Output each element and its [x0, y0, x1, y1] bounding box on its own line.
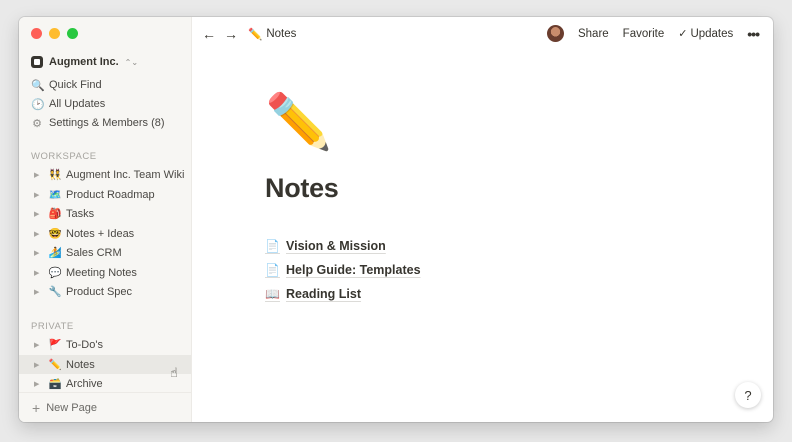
more-options-icon[interactable]: ••• — [747, 26, 760, 42]
menu-item-label: All Updates — [49, 98, 106, 110]
sidebar-item-team-wiki[interactable]: ▶ 👯 Augment Inc. Team Wiki — [19, 165, 191, 184]
sidebar-item-notes-ideas[interactable]: ▶ 🤓 Notes + Ideas — [19, 224, 191, 243]
sidebar-item-tasks[interactable]: ▶ 🎒 Tasks — [19, 204, 191, 223]
page-emoji-icon: 🚩 — [48, 339, 62, 351]
expand-triangle-icon[interactable]: ▶ — [34, 269, 42, 277]
gear-icon: ⚙ — [32, 117, 42, 130]
favorite-button[interactable]: Favorite — [623, 28, 665, 40]
expand-triangle-icon[interactable]: ▶ — [34, 288, 42, 296]
expand-triangle-icon[interactable]: ▶ — [34, 210, 42, 218]
clock-icon: 🕑 — [31, 98, 45, 111]
zoom-window-button[interactable] — [67, 28, 78, 39]
quick-find-button[interactable]: 🔍 Quick Find — [31, 76, 102, 94]
sidebar-item-label: Archive — [66, 377, 103, 390]
page-emoji-icon: 🏄 — [48, 247, 62, 259]
share-button[interactable]: Share — [578, 28, 609, 40]
help-button[interactable]: ? — [735, 382, 761, 408]
workspace-name: Augment Inc. — [49, 56, 119, 68]
expand-triangle-icon[interactable]: ▶ — [34, 249, 42, 257]
expand-triangle-icon[interactable]: ▶ — [34, 230, 42, 238]
topbar-actions: Share Favorite ✓ Updates ••• — [546, 25, 773, 42]
open-book-icon: 📖 — [265, 287, 280, 301]
page-emoji-icon: 🤓 — [48, 228, 62, 240]
sidebar-item-label: Notes + Ideas — [66, 227, 135, 240]
app-window: Augment Inc. ⌃⌄ 🔍 Quick Find 🕑 All Updat… — [19, 17, 773, 422]
sidebar-item-label: Tasks — [66, 207, 95, 220]
private-section-label: PRIVATE — [31, 321, 74, 332]
search-icon: 🔍 — [31, 79, 45, 92]
workspace-switcher[interactable]: Augment Inc. ⌃⌄ — [31, 54, 138, 70]
sidebar-item-label: Product Spec — [66, 285, 133, 298]
settings-members-button[interactable]: ⚙ Settings & Members (8) — [31, 114, 165, 132]
sidebar-item-archive[interactable]: ▶ 🗃️ Archive — [19, 374, 191, 393]
expand-triangle-icon[interactable]: ▶ — [34, 341, 42, 349]
sidebar-item-label: Notes — [66, 358, 95, 371]
subpage-label: Reading List — [286, 287, 362, 301]
subpage-label: Help Guide: Templates — [286, 263, 421, 277]
workspace-section-label: WORKSPACE — [31, 151, 97, 162]
plus-icon: + — [32, 399, 41, 416]
sidebar-item-sales-crm[interactable]: ▶ 🏄 Sales CRM — [19, 243, 191, 262]
sidebar-item-label: Meeting Notes — [66, 266, 137, 279]
sidebar-item-to-dos[interactable]: ▶ 🚩 To-Do's — [19, 335, 191, 354]
updates-button[interactable]: ✓ Updates — [678, 27, 733, 40]
expand-triangle-icon[interactable]: ▶ — [34, 171, 42, 179]
expand-triangle-icon[interactable]: ▶ — [34, 361, 42, 369]
chevron-updown-icon: ⌃⌄ — [124, 57, 139, 67]
page-content: ✏️ Notes 📄 Vision & Mission 📄 Help Guide… — [265, 91, 421, 306]
subpage-list: 📄 Vision & Mission 📄 Help Guide: Templat… — [265, 234, 421, 306]
subpage-link-vision-mission[interactable]: 📄 Vision & Mission — [265, 234, 421, 258]
document-icon: 📄 — [265, 263, 280, 277]
minimize-window-button[interactable] — [49, 28, 60, 39]
avatar[interactable] — [546, 25, 564, 42]
hand-pointer-cursor-icon: ☝ — [170, 365, 178, 380]
breadcrumb-label: Notes — [266, 27, 297, 40]
topbar: ← → ✏️ Notes Share Favorite ✓ Updates ••• — [192, 17, 773, 50]
page-emoji-icon: 👯 — [48, 169, 62, 181]
page-icon[interactable]: ✏️ — [265, 91, 421, 153]
breadcrumb[interactable]: ✏️ Notes — [248, 27, 296, 41]
expand-triangle-icon[interactable]: ▶ — [34, 380, 42, 388]
checkmark-icon: ✓ — [678, 28, 688, 40]
sidebar-item-label: Augment Inc. Team Wiki — [66, 168, 185, 181]
subpage-link-reading-list[interactable]: 📖 Reading List — [265, 282, 421, 306]
page-emoji-icon: 🔧 — [48, 286, 62, 298]
document-icon: 📄 — [265, 239, 280, 253]
back-arrow-icon[interactable]: ← — [202, 26, 216, 42]
window-controls — [31, 28, 78, 39]
sidebar-item-product-spec[interactable]: ▶ 🔧 Product Spec — [19, 282, 191, 301]
close-window-button[interactable] — [31, 28, 42, 39]
expand-triangle-icon[interactable]: ▶ — [34, 191, 42, 199]
sidebar-item-meeting-notes[interactable]: ▶ 💬 Meeting Notes — [19, 263, 191, 282]
pencil-icon: ✏️ — [248, 28, 263, 41]
sidebar-item-label: To-Do's — [66, 338, 103, 351]
page-emoji-icon: 🎒 — [48, 208, 62, 220]
subpage-label: Vision & Mission — [286, 239, 386, 253]
workspace-logo-icon — [31, 56, 43, 68]
new-page-button[interactable]: + New Page — [19, 392, 191, 422]
menu-item-label: Quick Find — [49, 79, 102, 91]
subpage-link-help-guide[interactable]: 📄 Help Guide: Templates — [265, 258, 421, 282]
page-emoji-icon: 🗺️ — [48, 189, 62, 201]
all-updates-button[interactable]: 🕑 All Updates — [31, 95, 105, 113]
sidebar: Augment Inc. ⌃⌄ 🔍 Quick Find 🕑 All Updat… — [19, 17, 192, 422]
updates-label: Updates — [690, 28, 734, 40]
sidebar-item-label: Product Roadmap — [66, 188, 155, 201]
page-emoji-icon: ✏️ — [48, 359, 62, 371]
new-page-label: New Page — [46, 401, 97, 414]
forward-arrow-icon[interactable]: → — [224, 26, 238, 42]
sidebar-item-label: Sales CRM — [66, 246, 122, 259]
menu-item-label: Settings & Members (8) — [49, 117, 165, 129]
page-emoji-icon: 💬 — [48, 267, 62, 279]
sidebar-item-product-roadmap[interactable]: ▶ 🗺️ Product Roadmap — [19, 185, 191, 204]
page-emoji-icon: 🗃️ — [48, 378, 62, 390]
page-title[interactable]: Notes — [265, 173, 421, 204]
sidebar-item-notes[interactable]: ▶ ✏️ Notes — [19, 355, 191, 374]
